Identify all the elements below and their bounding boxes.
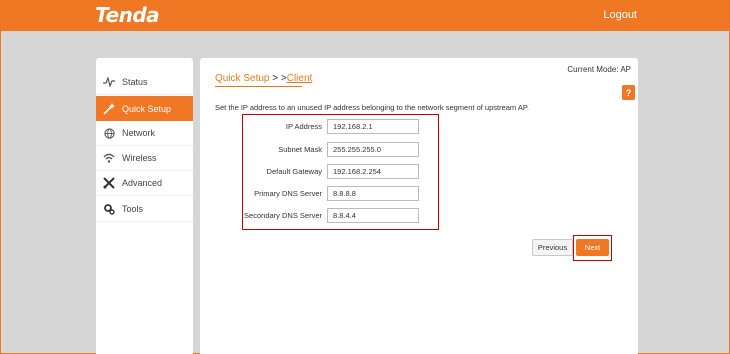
- secondary-dns-field[interactable]: [327, 207, 419, 223]
- globe-icon: [96, 127, 122, 139]
- previous-button[interactable]: Previous: [532, 239, 573, 256]
- form-row: Default Gateway: [243, 163, 440, 179]
- current-mode: Current Mode: AP: [567, 65, 631, 74]
- breadcrumb-current: Client: [286, 73, 313, 84]
- field-label: Subnet Mask: [278, 144, 322, 154]
- tools-icon: [96, 177, 122, 189]
- field-label: Secondary DNS Server: [244, 210, 322, 220]
- gears-icon: [96, 203, 122, 215]
- ip-address-field[interactable]: [327, 118, 419, 134]
- sidebar-item-status[interactable]: Status: [96, 70, 193, 95]
- form-row: IP Address: [243, 118, 440, 134]
- next-highlight: Next: [573, 235, 612, 261]
- sidebar-item-label: Advanced: [122, 178, 163, 188]
- breadcrumb: Quick Setup > >Client: [215, 73, 312, 84]
- sidebar-item-label: Quick Setup: [122, 103, 172, 114]
- sidebar: Status Quick Setup Network Wireless Adva…: [96, 58, 193, 354]
- help-button[interactable]: ?: [622, 85, 635, 100]
- form-row: Secondary DNS Server: [243, 207, 440, 223]
- field-label: Default Gateway: [266, 166, 322, 176]
- breadcrumb-separator: > >: [269, 73, 287, 84]
- sidebar-item-wireless[interactable]: Wireless: [96, 146, 193, 171]
- top-bar: Tenda Logout: [1, 1, 729, 31]
- main-panel: Current Mode: AP Quick Setup > >Client ?…: [200, 58, 638, 354]
- sidebar-item-label: Status: [122, 77, 148, 87]
- form-row: Primary DNS Server: [243, 185, 440, 201]
- subnet-mask-field[interactable]: [327, 141, 419, 157]
- logout-link[interactable]: Logout: [603, 9, 637, 21]
- form-row: Subnet Mask: [243, 141, 440, 157]
- pulse-icon: [96, 77, 122, 87]
- primary-dns-field[interactable]: [327, 185, 419, 201]
- wand-icon: [96, 102, 122, 115]
- sidebar-item-label: Network: [122, 128, 156, 138]
- sidebar-item-label: Tools: [122, 204, 144, 214]
- sidebar-item-advanced[interactable]: Advanced: [96, 171, 193, 196]
- page-description: Set the IP address to an unused IP addre…: [215, 103, 529, 112]
- next-button[interactable]: Next: [576, 239, 609, 256]
- default-gateway-field[interactable]: [327, 163, 419, 179]
- tenda-logo: Tenda: [95, 3, 160, 27]
- sidebar-item-label: Wireless: [122, 153, 157, 163]
- sidebar-item-tools[interactable]: Tools: [96, 197, 193, 222]
- sidebar-item-quick-setup[interactable]: Quick Setup: [96, 96, 193, 121]
- wifi-icon: [96, 153, 122, 163]
- ip-settings-form: IP Address Subnet Mask Default Gateway P…: [242, 114, 439, 230]
- field-label: Primary DNS Server: [254, 188, 322, 198]
- sidebar-item-network[interactable]: Network: [96, 121, 193, 146]
- breadcrumb-parent[interactable]: Quick Setup: [215, 73, 269, 84]
- field-label: IP Address: [285, 121, 322, 131]
- breadcrumb-underline: [215, 86, 302, 87]
